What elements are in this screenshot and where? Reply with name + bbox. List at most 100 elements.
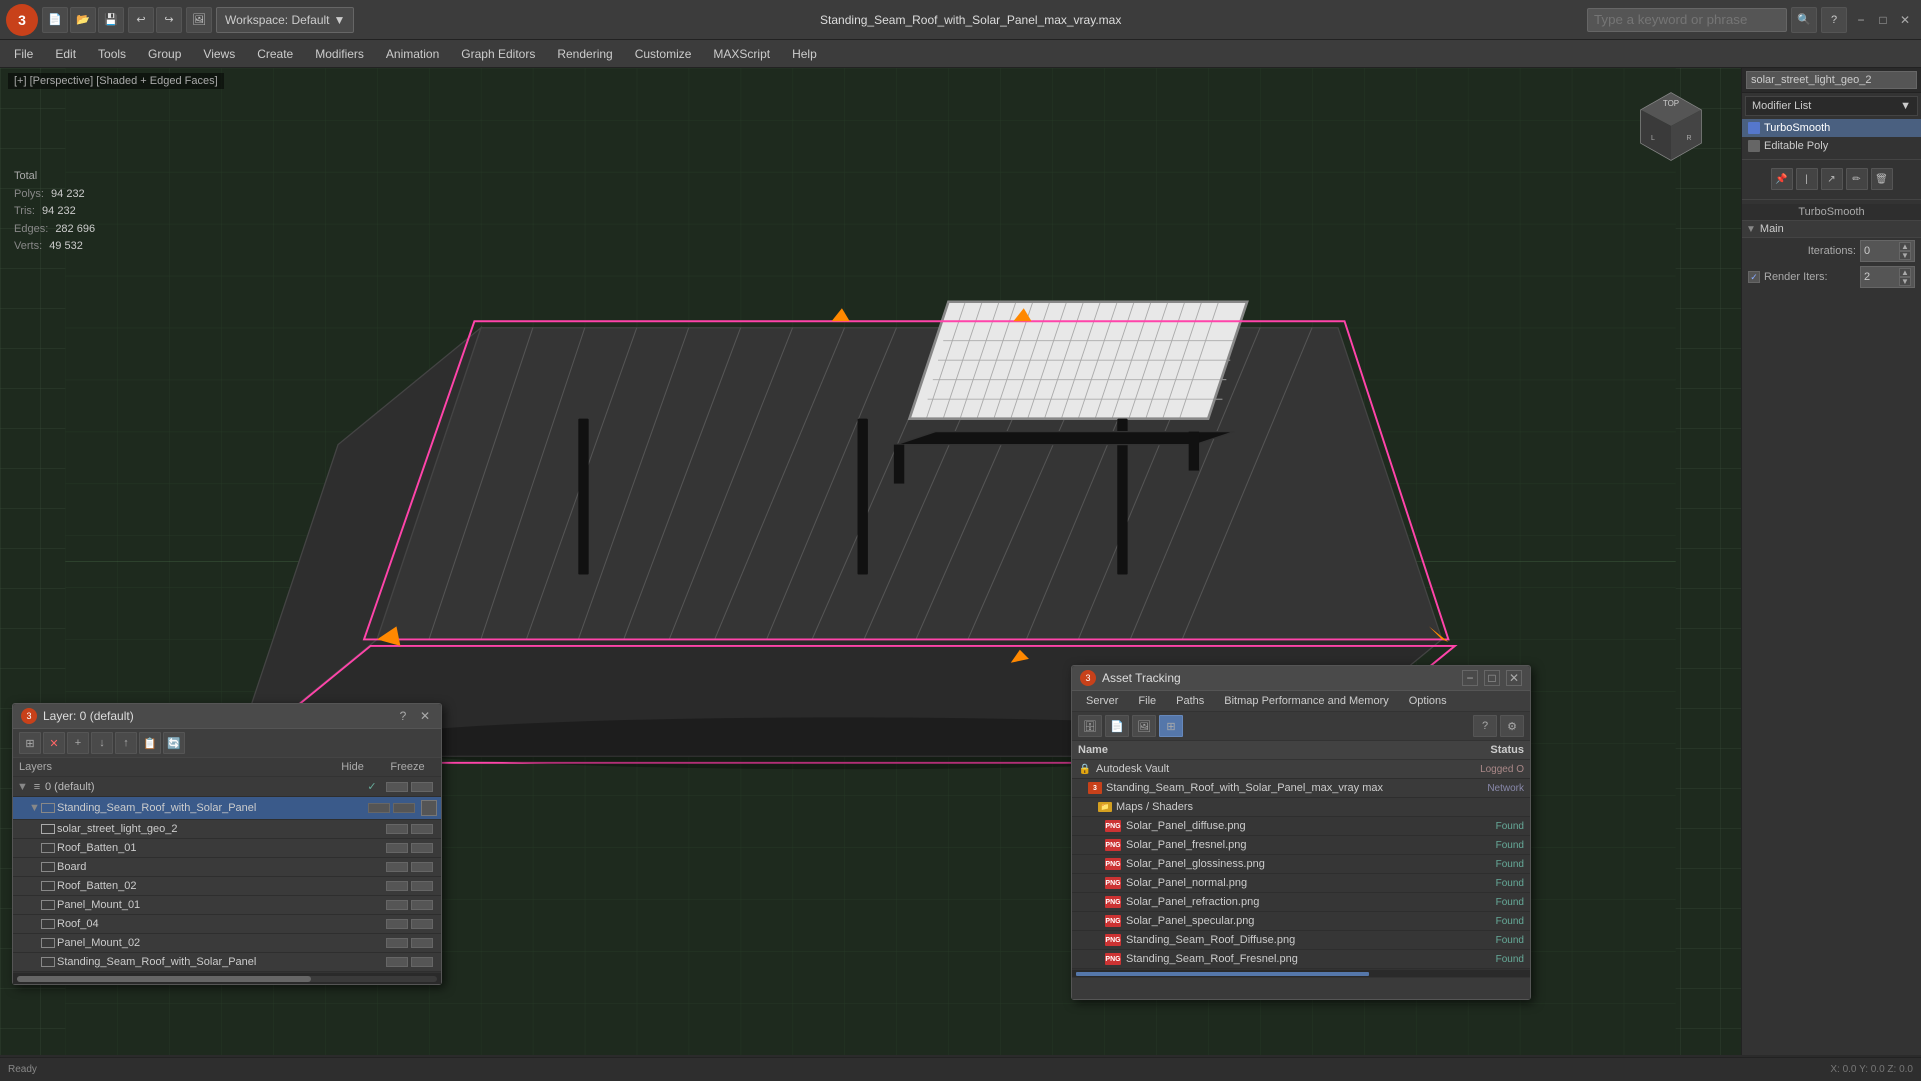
render-iters-up[interactable]: ▲ (1899, 268, 1911, 277)
rp-pin-icon[interactable]: 📌 (1771, 168, 1793, 190)
layer-row-board[interactable]: Board (13, 858, 441, 877)
layer-tool-refresh[interactable]: 🔄 (163, 732, 185, 754)
layer-freeze-sc[interactable] (411, 957, 433, 967)
layer-hide-rb01[interactable] (386, 843, 408, 853)
at-item-glossiness[interactable]: PNG Solar_Panel_glossiness.png Found (1072, 855, 1530, 874)
close-button[interactable]: ✕ (1895, 10, 1915, 30)
layer-freeze-toggle[interactable] (411, 782, 433, 792)
layer-freeze-pm02[interactable] (411, 938, 433, 948)
layer-hide-rb02[interactable] (386, 881, 408, 891)
menu-modifiers[interactable]: Modifiers (305, 43, 374, 65)
at-item-refraction[interactable]: PNG Solar_Panel_refraction.png Found (1072, 893, 1530, 912)
at-menu-file[interactable]: File (1128, 691, 1166, 711)
render-iters-checkbox[interactable] (1748, 271, 1760, 283)
maximize-button[interactable]: □ (1873, 10, 1893, 30)
menu-edit[interactable]: Edit (45, 43, 86, 65)
at-item-specular[interactable]: PNG Solar_Panel_specular.png Found (1072, 912, 1530, 931)
layer-freeze-rb01[interactable] (411, 843, 433, 853)
at-item-roof-fresnel[interactable]: PNG Standing_Seam_Roof_Fresnel.png Found (1072, 950, 1530, 969)
modifier-editable-poly[interactable]: Editable Poly (1742, 137, 1921, 155)
at-close-button[interactable]: ✕ (1506, 670, 1522, 686)
layer-hide-street[interactable] (386, 824, 408, 834)
layer-tool-objects[interactable]: 📋 (139, 732, 161, 754)
layer-scrollbar[interactable] (13, 972, 441, 984)
at-menu-bitmap[interactable]: Bitmap Performance and Memory (1214, 691, 1398, 711)
layer-panel-help-button[interactable]: ? (395, 708, 411, 724)
menu-customize[interactable]: Customize (625, 43, 702, 65)
layer-hide-toggle[interactable] (386, 782, 408, 792)
at-tool-image[interactable]: 🖼 (1132, 715, 1156, 737)
viewport[interactable]: [+] [Perspective] [Shaded + Edged Faces] (0, 68, 1741, 1055)
help-button[interactable]: ? (1821, 7, 1847, 33)
at-tool-file[interactable]: 📄 (1105, 715, 1129, 737)
workspace-dropdown[interactable]: Workspace: Default ▼ (216, 7, 354, 33)
menu-group[interactable]: Group (138, 43, 191, 65)
rp-trash-icon[interactable]: 🗑 (1871, 168, 1893, 190)
layer-tool-add[interactable]: + (67, 732, 89, 754)
layer-freeze-r04[interactable] (411, 919, 433, 929)
layer-hide-sc[interactable] (386, 957, 408, 967)
layer-tool-select[interactable]: ⊞ (19, 732, 41, 754)
layer-row-street-light[interactable]: solar_street_light_geo_2 (13, 820, 441, 839)
at-item-diffuse[interactable]: PNG Solar_Panel_diffuse.png Found (1072, 817, 1530, 836)
layer-hide-r04[interactable] (386, 919, 408, 929)
layer-row-solar-child[interactable]: Standing_Seam_Roof_with_Solar_Panel (13, 953, 441, 972)
object-name-input[interactable] (1746, 71, 1917, 89)
layer-freeze-pm01[interactable] (411, 900, 433, 910)
at-item-roof-diffuse[interactable]: PNG Standing_Seam_Roof_Diffuse.png Found (1072, 931, 1530, 950)
new-button[interactable]: 📄 (42, 7, 68, 33)
layer-row-solar-main[interactable]: ▼ Standing_Seam_Roof_with_Solar_Panel (13, 797, 441, 820)
menu-file[interactable]: File (4, 43, 43, 65)
render-iters-down[interactable]: ▼ (1899, 277, 1911, 286)
modifier-list-dropdown[interactable]: Modifier List ▼ (1745, 96, 1918, 116)
rp-edit-icon[interactable]: ✏ (1846, 168, 1868, 190)
rp-pin2-icon[interactable]: | (1796, 168, 1818, 190)
render-iters-field[interactable]: 2 ▲ ▼ (1860, 266, 1915, 288)
at-tool-help[interactable]: ? (1473, 715, 1497, 737)
menu-help[interactable]: Help (782, 43, 827, 65)
layer-hide-toggle-solar[interactable] (368, 803, 390, 813)
search-button[interactable]: 🔍 (1791, 7, 1817, 33)
open-button[interactable]: 📂 (70, 7, 96, 33)
menu-graph-editors[interactable]: Graph Editors (451, 43, 545, 65)
layer-color-swatch[interactable] (421, 800, 437, 816)
layer-hide-pm02[interactable] (386, 938, 408, 948)
menu-rendering[interactable]: Rendering (547, 43, 622, 65)
at-menu-paths[interactable]: Paths (1166, 691, 1214, 711)
layer-hide-board[interactable] (386, 862, 408, 872)
at-tool-settings[interactable]: ⚙ (1500, 715, 1524, 737)
at-menu-options[interactable]: Options (1399, 691, 1457, 711)
menu-tools[interactable]: Tools (88, 43, 136, 65)
at-menu-server[interactable]: Server (1076, 691, 1128, 711)
layer-tool-move-up[interactable]: ↑ (115, 732, 137, 754)
at-tool-grid[interactable]: ⊞ (1159, 715, 1183, 737)
modifier-turbosmooth[interactable]: TurboSmooth (1742, 119, 1921, 137)
layer-row-default[interactable]: ▼ ≡ 0 (default) ✓ (13, 777, 441, 797)
layer-freeze-rb02[interactable] (411, 881, 433, 891)
layer-hide-pm01[interactable] (386, 900, 408, 910)
at-tool-db[interactable]: 🗄 (1078, 715, 1102, 737)
iterations-down[interactable]: ▼ (1899, 251, 1911, 260)
save-button[interactable]: 💾 (98, 7, 124, 33)
main-section-header[interactable]: ▼ Main (1742, 221, 1921, 238)
render-button[interactable]: 🖼 (186, 7, 212, 33)
search-input[interactable] (1587, 8, 1787, 32)
iterations-value-field[interactable]: 0 ▲ ▼ (1860, 240, 1915, 262)
layer-freeze-board[interactable] (411, 862, 433, 872)
at-item-vault[interactable]: 🔒 Autodesk Vault Logged O (1072, 760, 1530, 779)
at-item-maps-folder[interactable]: 📁 Maps / Shaders (1072, 798, 1530, 817)
menu-create[interactable]: Create (247, 43, 303, 65)
layer-panel-close-button[interactable]: ✕ (417, 708, 433, 724)
layer-row-panel-mount-02[interactable]: Panel_Mount_02 (13, 934, 441, 953)
minimize-button[interactable]: − (1851, 10, 1871, 30)
layer-row-panel-mount-01[interactable]: Panel_Mount_01 (13, 896, 441, 915)
at-item-fresnel[interactable]: PNG Solar_Panel_fresnel.png Found (1072, 836, 1530, 855)
layer-freeze-street[interactable] (411, 824, 433, 834)
at-item-normal[interactable]: PNG Solar_Panel_normal.png Found (1072, 874, 1530, 893)
menu-views[interactable]: Views (193, 43, 245, 65)
undo-button[interactable]: ↩ (128, 7, 154, 33)
menu-maxscript[interactable]: MAXScript (703, 43, 780, 65)
layer-tool-delete[interactable]: ✕ (43, 732, 65, 754)
layer-row-roof-04[interactable]: Roof_04 (13, 915, 441, 934)
layer-freeze-toggle-solar[interactable] (393, 803, 415, 813)
